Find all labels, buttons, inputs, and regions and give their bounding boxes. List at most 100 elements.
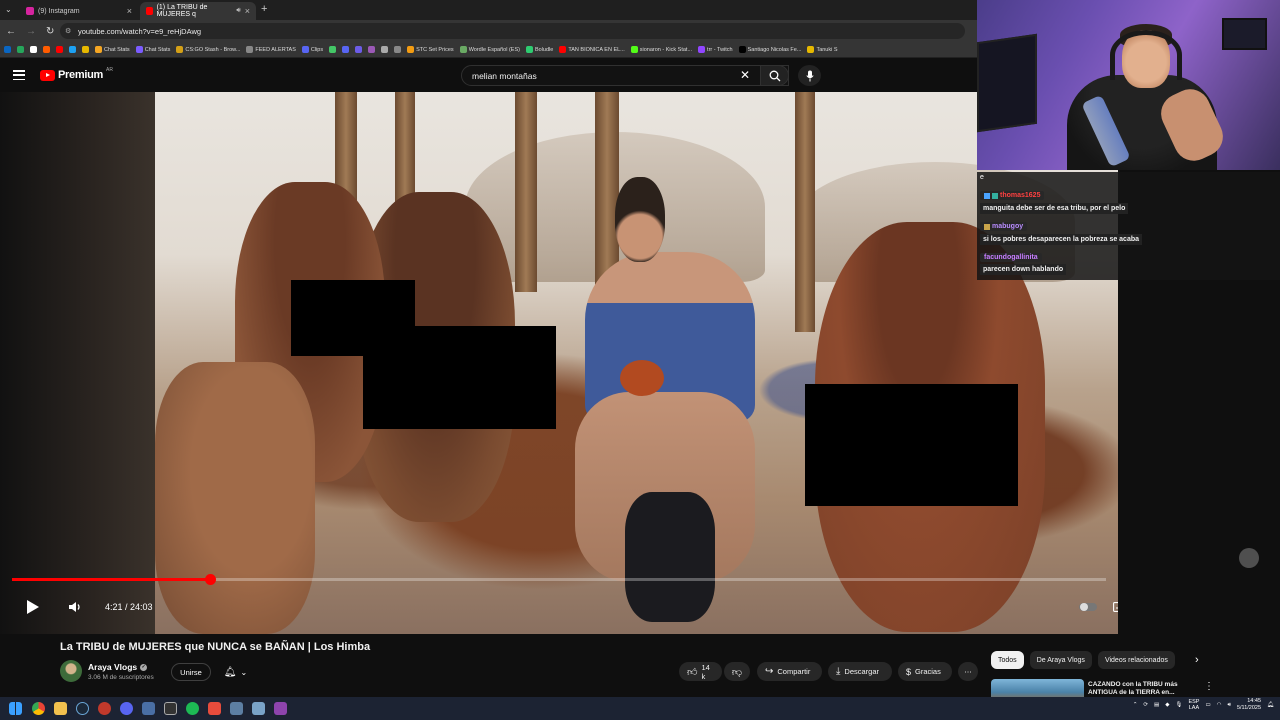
subtitles-button[interactable]	[1110, 598, 1118, 616]
chat-message: mabugoy si los pobres desaparecen la pob…	[980, 222, 1143, 245]
more-actions-button[interactable]: ⋯	[958, 662, 978, 681]
bookmark-item[interactable]: TAN BIONICA EN EL...	[559, 46, 625, 53]
bookmark-item[interactable]: CS:GO Stash - Brow...	[176, 46, 240, 53]
progress-bar-played	[12, 578, 210, 581]
bookmark-item[interactable]: Chat Stats	[95, 46, 130, 53]
thanks-button[interactable]: $ Gracias	[898, 662, 952, 681]
network-icon[interactable]: ▤	[1154, 702, 1159, 708]
scroll-indicator-icon[interactable]	[1239, 548, 1259, 568]
notifications-icon[interactable]: 🔔︎	[1267, 702, 1274, 708]
bookmark-item[interactable]	[82, 46, 89, 53]
language-indicator[interactable]: ESP LAA	[1188, 699, 1199, 711]
logo-text: Premium	[58, 69, 103, 81]
bookmark-item[interactable]	[381, 46, 389, 53]
bookmark-item[interactable]	[355, 46, 363, 53]
download-button[interactable]: ⤓ Descargar	[828, 662, 892, 681]
bookmark-favicon-icon	[43, 46, 50, 53]
autoplay-toggle[interactable]	[1078, 598, 1098, 616]
site-info-icon[interactable]: ⚙	[65, 27, 71, 35]
close-tab-icon[interactable]: ×	[245, 6, 250, 16]
chip-all[interactable]: Todos	[991, 651, 1024, 669]
chip-related[interactable]: Videos relacionados	[1097, 651, 1175, 669]
bookmark-item[interactable]: Wordle Español (ES)	[459, 46, 520, 53]
bell-icon: 🔔︎	[223, 666, 237, 678]
clear-search-icon[interactable]: ✕	[740, 68, 750, 82]
menu-icon[interactable]	[13, 70, 25, 80]
new-tab-button[interactable]: +	[261, 3, 267, 15]
tab-instagram[interactable]: (9) Instagram ×	[20, 2, 138, 20]
wifi-icon[interactable]: ◠	[1217, 702, 1222, 708]
bookmark-item[interactable]: trr - Twitch	[698, 46, 733, 53]
app-icon-grid[interactable]	[252, 702, 265, 715]
bookmark-item[interactable]: sionaron - Kick Stat...	[630, 46, 692, 53]
progress-bar[interactable]	[12, 574, 1106, 585]
bookmark-item[interactable]: Boludle	[525, 46, 553, 53]
volume-icon[interactable]: 🔊︎	[1227, 702, 1230, 709]
app-icon-cube[interactable]	[230, 702, 243, 715]
bookmark-item[interactable]	[69, 46, 76, 53]
microphone-icon[interactable]: 🎙︎	[1175, 702, 1182, 708]
bookmark-item[interactable]	[329, 46, 337, 53]
close-tab-icon[interactable]: ×	[127, 6, 132, 16]
bookmark-item[interactable]: Santiago Nicolas Fe...	[738, 46, 801, 53]
app-tray-icon[interactable]: ◆	[1165, 702, 1169, 708]
video-player[interactable]: 4:21 / 24:03 ⚙ HD	[0, 92, 1118, 634]
bookmark-item[interactable]: Chat Stats	[135, 46, 170, 53]
spotify-icon[interactable]	[186, 702, 199, 715]
like-button[interactable]: 👍︎ 14 k	[679, 662, 722, 681]
speaker-icon[interactable]: 🔊︎	[236, 7, 240, 15]
recommendation-title[interactable]: CAZANDO con la TRIBU más ANTIGUA de la T…	[1088, 681, 1198, 697]
play-button[interactable]	[24, 598, 42, 616]
notifications-button[interactable]: 🔔︎ ⌄	[218, 663, 253, 681]
bookmark-label: CS:GO Stash - Brow...	[185, 46, 241, 53]
share-button[interactable]: ↪ Compartir	[757, 662, 822, 681]
chrome-icon[interactable]	[32, 702, 45, 715]
chevron-right-icon[interactable]: ›	[1195, 654, 1199, 666]
bookmark-item[interactable]	[394, 46, 402, 53]
bookmark-item[interactable]: Tanuki S	[807, 46, 838, 53]
dislike-button[interactable]: 👎︎	[724, 662, 750, 681]
tab-youtube[interactable]: (1) La TRIBU de MUJERES q 🔊︎ ×	[140, 2, 256, 20]
avatar[interactable]	[60, 660, 82, 682]
reload-icon[interactable]: ↻	[46, 26, 54, 37]
url-field[interactable]: ⚙ youtube.com/watch?v=e9_reHjDAwg	[60, 23, 965, 39]
clock[interactable]: 14:45 5/11/2025	[1237, 698, 1261, 712]
bookmark-item[interactable]: STC Set Prices	[407, 46, 454, 53]
channel-name[interactable]: Araya Vlogs ✓	[88, 662, 148, 672]
chat-username: thomas1625	[980, 191, 1045, 200]
bookmark-item[interactable]: Clips	[301, 46, 323, 53]
forward-icon[interactable]: →	[26, 26, 36, 37]
discord-icon[interactable]	[120, 702, 133, 715]
bookmark-item[interactable]	[368, 46, 376, 53]
bookmark-item[interactable]	[342, 46, 350, 53]
folder-icon[interactable]	[54, 702, 67, 715]
video-frame[interactable]	[155, 92, 1118, 634]
bookmark-item[interactable]	[30, 46, 37, 53]
steam-icon[interactable]	[76, 702, 89, 715]
bookmark-item[interactable]: FEED ALERTAS	[246, 46, 296, 53]
back-icon[interactable]: ←	[6, 26, 16, 37]
app-icon-red[interactable]	[98, 702, 111, 715]
volume-button[interactable]	[66, 598, 84, 616]
app-icon-window[interactable]	[142, 702, 155, 715]
monitor-icon[interactable]: ▭	[1205, 702, 1210, 708]
bookmark-item[interactable]	[56, 46, 63, 53]
chevron-up-icon[interactable]: ⌃	[1133, 702, 1138, 708]
sync-icon[interactable]: ⟳	[1143, 702, 1148, 708]
more-options-icon[interactable]: ⋮	[1204, 681, 1214, 692]
chat-username: facundogallinita	[980, 253, 1042, 262]
bookmark-item[interactable]	[17, 46, 24, 53]
app-icon-dark[interactable]	[164, 702, 177, 715]
join-button[interactable]: Unirse	[171, 663, 211, 681]
app-icon-purple[interactable]	[274, 702, 287, 715]
chip-channel[interactable]: De Araya Vlogs	[1029, 651, 1092, 669]
app-icon-orange[interactable]	[208, 702, 221, 715]
youtube-logo[interactable]: Premium AR	[40, 67, 113, 81]
progress-scrubber[interactable]	[205, 574, 216, 585]
bookmark-item[interactable]	[43, 46, 50, 53]
tab-search-dropdown[interactable]: ⌄	[5, 5, 12, 14]
bookmark-item[interactable]	[4, 46, 11, 53]
windows-start-icon[interactable]	[9, 702, 22, 715]
search-button[interactable]	[760, 65, 789, 86]
voice-search-button[interactable]	[798, 65, 821, 86]
